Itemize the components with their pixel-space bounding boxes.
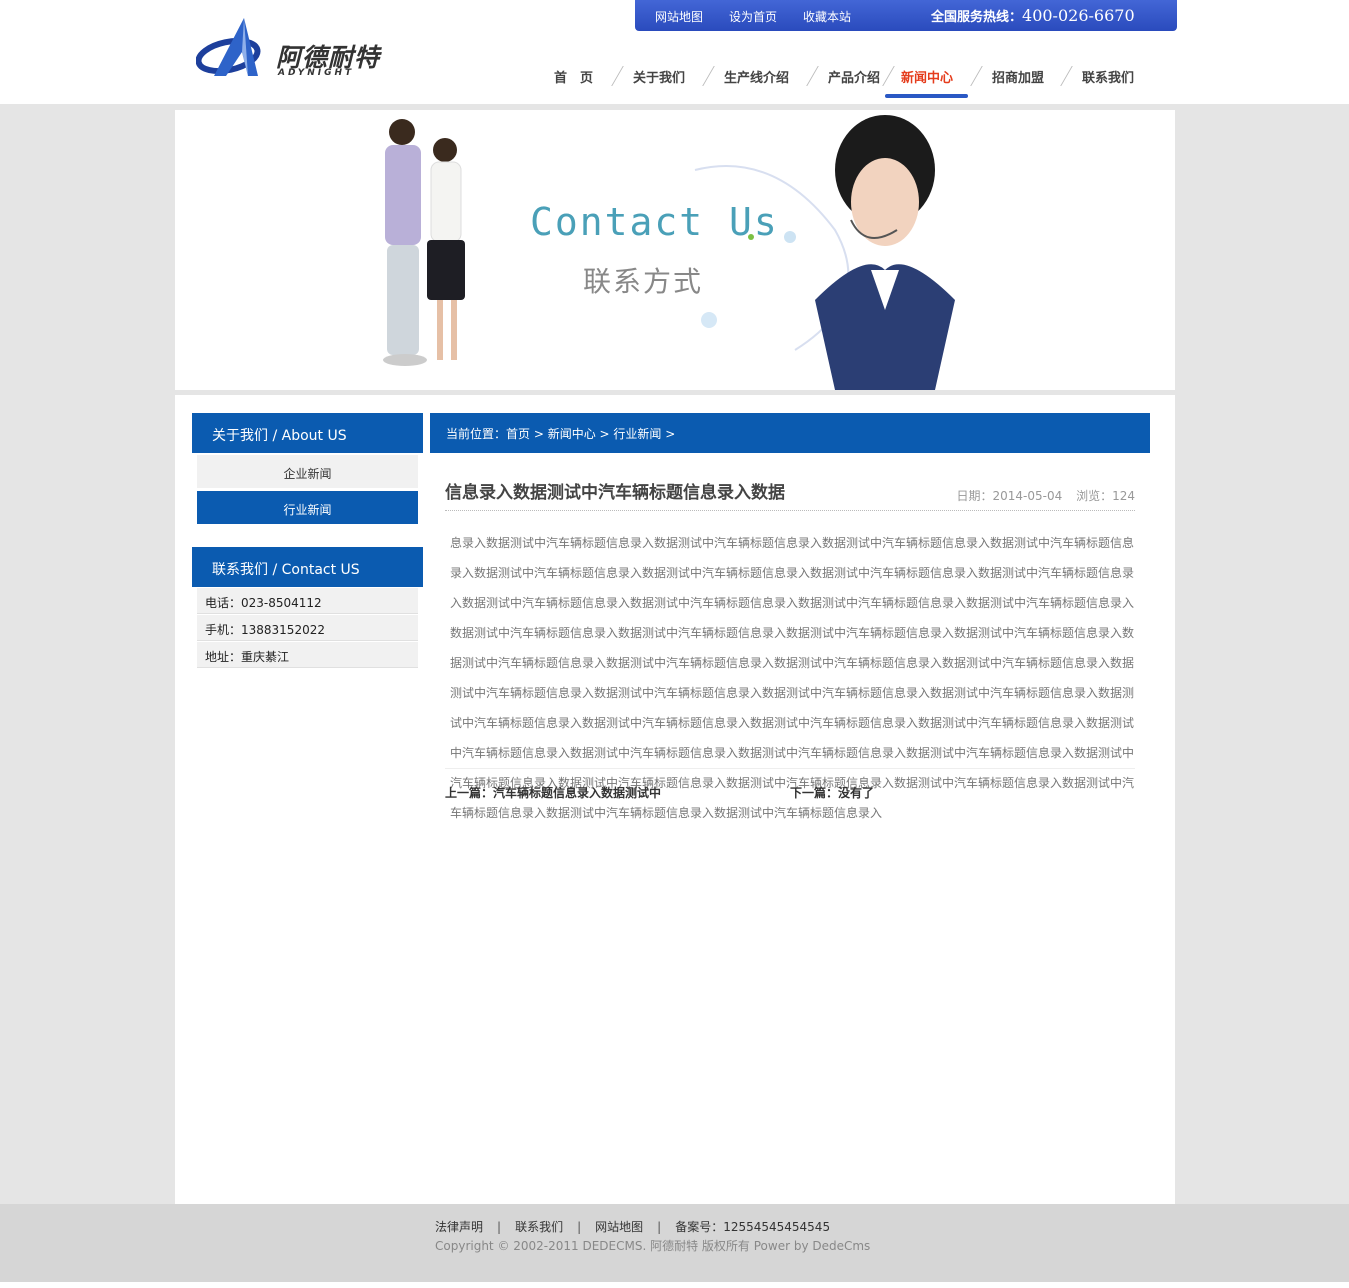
main-container: Contact Us 联系方式 关于我们 / About US 企业新闻 行业新…: [175, 110, 1175, 1204]
prev-article-link[interactable]: 上一篇：汽车辆标题信息录入数据测试中: [445, 784, 661, 801]
sitemap-link[interactable]: 网站地图: [655, 8, 703, 25]
article-title: 信息录入数据测试中汽车辆标题信息录入数据: [445, 483, 785, 503]
footer-copyright: Copyright © 2002-2011 DEDECMS. 阿德耐特 版权所有…: [435, 1239, 871, 1253]
footer-separator: |: [577, 1220, 582, 1234]
top-bar: 网站地图 设为首页 收藏本站 全国服务热线：400-026-6670: [635, 0, 1177, 31]
footer-separator: |: [657, 1220, 662, 1234]
sidebar-item-industry-news[interactable]: 行业新闻: [197, 491, 418, 524]
sidebar-about-head: 关于我们 / About US: [192, 413, 423, 453]
nav-production-line[interactable]: 生产线介绍: [724, 67, 789, 86]
footer-sitemap-link[interactable]: 网站地图: [595, 1220, 643, 1234]
footer-contact-link[interactable]: 联系我们: [515, 1220, 563, 1234]
article-date: 日期：2014-05-04: [956, 489, 1063, 503]
footer-icp: 备案号：12554545454545: [675, 1220, 831, 1234]
breadcrumb-industry-news[interactable]: 行业新闻: [613, 427, 661, 441]
footer-links: 法律声明 | 联系我们 | 网站地图 | 备案号：12554545454545: [435, 1218, 830, 1235]
footer-legal-link[interactable]: 法律声明: [435, 1220, 483, 1234]
breadcrumb-label: 当前位置：: [446, 427, 507, 441]
hotline-label: 全国服务热线：: [931, 10, 1023, 25]
nav-separator: [970, 66, 983, 86]
bottom-strip: [0, 1282, 1349, 1288]
hotline-number: 400-026-6670: [1022, 6, 1135, 25]
sidebar-item-company-news[interactable]: 企业新闻: [197, 455, 418, 488]
nav-separator: [611, 66, 624, 86]
set-homepage-link[interactable]: 设为首页: [729, 8, 777, 25]
footer: 法律声明 | 联系我们 | 网站地图 | 备案号：12554545454545 Copyri…: [0, 1204, 1349, 1282]
contact-address: 地址：重庆綦江: [197, 642, 418, 668]
breadcrumb: 当前位置：首页 > 新闻中心 > 行业新闻 >: [430, 413, 1150, 453]
logo-brand-en-text: ADYNIGHT: [278, 68, 355, 78]
article-views: 浏览：124: [1076, 489, 1135, 503]
nav-franchise[interactable]: 招商加盟: [992, 67, 1044, 86]
contact-phone: 电话：023-8504112: [197, 588, 418, 614]
contact-banner: Contact Us 联系方式: [175, 110, 1175, 390]
article-body: 息录入数据测试中汽车辆标题信息录入数据测试中汽车辆标题信息录入数据测试中汽车辆标…: [450, 536, 1135, 820]
sidebar-contact-head: 联系我们 / Contact US: [192, 547, 423, 587]
pager-divider: [445, 768, 1135, 769]
footer-separator: |: [497, 1220, 502, 1234]
banner-illustration: [383, 115, 955, 390]
banner-title-en: Contact Us: [530, 200, 779, 244]
logo[interactable]: 阿德耐特 ADYNIGHT: [196, 16, 386, 78]
title-divider: [445, 510, 1135, 512]
nav-home[interactable]: 首 页: [554, 67, 593, 86]
breadcrumb-sep: >: [661, 427, 676, 441]
breadcrumb-sep: >: [530, 427, 548, 441]
nav-separator: [702, 66, 715, 86]
article-meta: 日期：2014-05-04 浏览：124: [947, 487, 1135, 504]
hotline: 全国服务热线：400-026-6670: [931, 6, 1135, 25]
banner-title-cn: 联系方式: [583, 265, 704, 298]
nav-news[interactable]: 新闻中心: [901, 67, 953, 86]
logo-mark-icon: [196, 18, 261, 76]
nav-about[interactable]: 关于我们: [633, 67, 685, 86]
nav-separator: [1060, 66, 1073, 86]
nav-active-underline: [885, 94, 968, 98]
breadcrumb-sep: >: [595, 427, 614, 441]
nav-separator: [806, 66, 819, 86]
nav-separator: [882, 66, 895, 86]
breadcrumb-news[interactable]: 新闻中心: [548, 427, 596, 441]
contact-mobile: 手机：13883152022: [197, 615, 418, 641]
header: 阿德耐特 ADYNIGHT 网站地图 设为首页 收藏本站 全国服务热线：400-…: [0, 0, 1349, 104]
next-article-link[interactable]: 下一篇：没有了: [790, 784, 874, 801]
main-nav: 首 页 关于我们 生产线介绍 产品介绍 新闻中心 招商加盟 联系我们: [540, 64, 1160, 100]
bookmark-link[interactable]: 收藏本站: [803, 8, 851, 25]
breadcrumb-home[interactable]: 首页: [506, 427, 530, 441]
nav-products[interactable]: 产品介绍: [828, 67, 880, 86]
nav-contact[interactable]: 联系我们: [1082, 67, 1134, 86]
banner-divider: [175, 390, 1175, 395]
